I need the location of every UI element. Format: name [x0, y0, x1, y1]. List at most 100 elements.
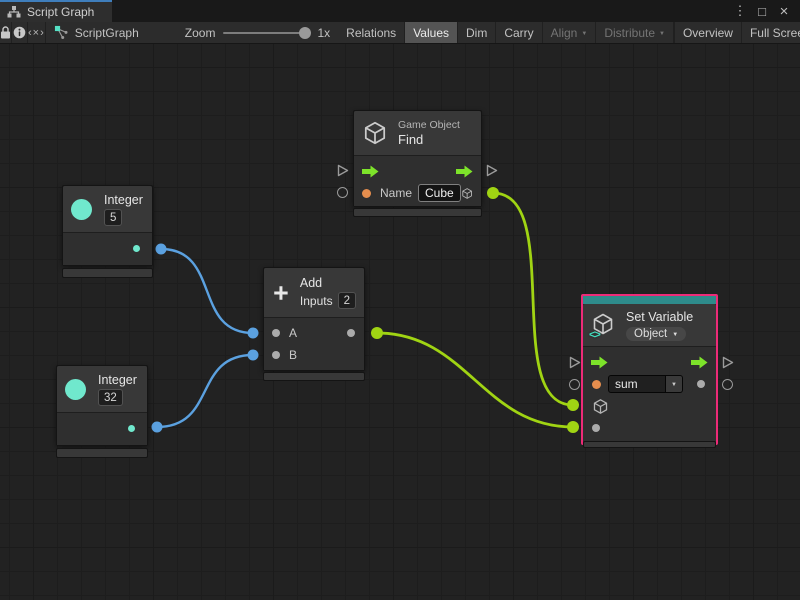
node-footer: [56, 448, 148, 458]
variable-output-port[interactable]: [697, 380, 705, 388]
setvariable-header[interactable]: <> Set Variable Object ▼: [583, 304, 716, 347]
graph-breadcrumb[interactable]: ScriptGraph: [46, 22, 149, 43]
port-row-b: B: [264, 344, 364, 366]
wire-endpoint[interactable]: [567, 421, 579, 433]
integer-value-field[interactable]: 5: [104, 209, 122, 226]
game-object-cube-icon: [362, 120, 388, 146]
zoom-slider-handle[interactable]: [299, 27, 311, 39]
flow-input-arrow-icon[interactable]: [591, 356, 608, 369]
carry-button[interactable]: Carry: [496, 22, 542, 43]
find-flow-output-port[interactable]: [486, 164, 498, 177]
node-title: Set Variable: [626, 310, 693, 324]
window-menu-icon[interactable]: ⋮: [732, 3, 748, 19]
wire-endpoint[interactable]: [248, 350, 259, 361]
close-icon[interactable]: ×: [776, 3, 792, 20]
node-footer: [353, 208, 482, 217]
wire-endpoint[interactable]: [371, 327, 383, 339]
distribute-button[interactable]: Distribute ▼: [596, 22, 674, 43]
wire-endpoint[interactable]: [248, 328, 259, 339]
find-body: Name Cube: [354, 156, 481, 206]
input-port-a[interactable]: [272, 329, 280, 337]
overview-button[interactable]: Overview: [675, 22, 742, 43]
input-port-b[interactable]: [272, 351, 280, 359]
flow-output-arrow-icon[interactable]: [691, 356, 708, 369]
full-screen-button[interactable]: Full Screen: [742, 22, 800, 43]
flow-input-arrow-icon[interactable]: [362, 165, 379, 178]
node-set-variable[interactable]: <> Set Variable Object ▼: [583, 296, 716, 443]
value-input-port[interactable]: [592, 424, 600, 432]
wire-find-to-setvariable-object[interactable]: [493, 193, 573, 405]
wire-endpoint[interactable]: [152, 422, 163, 433]
values-button[interactable]: Values: [405, 22, 458, 43]
variable-name-row: sum ▼: [583, 373, 716, 395]
gameobject-input-port-icon[interactable]: [592, 398, 609, 415]
setvariable-name-external-port[interactable]: [569, 379, 580, 390]
find-header[interactable]: Game Object Find: [354, 111, 481, 156]
tab-script-graph[interactable]: Script Graph: [0, 0, 112, 22]
overview-label: Overview: [683, 26, 733, 40]
flow-output-arrow-icon[interactable]: [456, 165, 473, 178]
node-title: Add: [300, 276, 356, 290]
node-add[interactable]: Add Inputs 2 A B: [263, 267, 365, 371]
chevron-down-icon: ▼: [659, 31, 665, 37]
integer-value-field[interactable]: 32: [98, 389, 123, 406]
name-label: Name: [380, 186, 412, 200]
align-button[interactable]: Align ▼: [543, 22, 597, 43]
wire-endpoint[interactable]: [487, 187, 499, 199]
find-name-external-port[interactable]: [337, 187, 348, 198]
variable-name-port[interactable]: [592, 380, 601, 389]
plus-icon: [272, 281, 290, 305]
gameobject-output-port-icon[interactable]: [461, 185, 473, 202]
script-graph-icon: [54, 25, 69, 40]
setvariable-selection-outline: <> Set Variable Object ▼: [581, 294, 718, 445]
full-screen-label: Full Screen: [750, 26, 800, 40]
wire-endpoint[interactable]: [156, 244, 167, 255]
node-footer: [583, 441, 716, 448]
inputs-count-field[interactable]: 2: [338, 292, 356, 309]
info-button[interactable]: [12, 22, 28, 43]
graph-canvas[interactable]: Integer 5 Integer 32: [0, 44, 800, 600]
wire-integer5-to-add-a[interactable]: [161, 249, 253, 333]
dim-button[interactable]: Dim: [458, 22, 496, 43]
integer-output-port[interactable]: [133, 245, 140, 252]
chevron-down-icon: ▼: [581, 31, 587, 37]
chevron-down-icon: ▼: [671, 382, 677, 388]
setvariable-output-external-port[interactable]: [722, 379, 733, 390]
wire-endpoint[interactable]: [567, 399, 579, 411]
variable-name-value[interactable]: sum: [608, 375, 666, 393]
code-view-button[interactable]: ‹×›: [28, 22, 46, 43]
integer32-header[interactable]: Integer 32: [57, 366, 147, 413]
value-input-row: [583, 417, 716, 439]
node-category: Game Object: [398, 119, 460, 131]
add-header[interactable]: Add Inputs 2: [264, 268, 364, 318]
code-angle-icon: <>: [589, 329, 600, 341]
node-integer-32[interactable]: Integer 32: [56, 365, 148, 446]
add-output-port[interactable]: [347, 329, 355, 337]
maximize-icon[interactable]: □: [754, 4, 770, 19]
lock-button[interactable]: [0, 22, 12, 43]
port-row-a: A: [264, 322, 364, 344]
integer5-header[interactable]: Integer 5: [63, 186, 152, 233]
name-row: Name Cube: [354, 182, 481, 204]
code-icon: ‹×›: [28, 27, 45, 39]
node-gameobject-find[interactable]: Game Object Find Name Cube: [353, 110, 482, 207]
zoom-slider[interactable]: [223, 32, 309, 34]
chevron-down-icon: ▼: [672, 332, 678, 338]
name-value-field[interactable]: Cube: [418, 184, 461, 202]
integer32-body: [57, 413, 147, 445]
dropdown-caret-button[interactable]: ▼: [666, 375, 683, 393]
name-input-port[interactable]: [362, 189, 371, 198]
relations-button[interactable]: Relations: [338, 22, 405, 43]
find-flow-input-port[interactable]: [337, 164, 349, 177]
zoom-value: 1x: [317, 26, 330, 40]
wire-integer32-to-add-b[interactable]: [157, 355, 253, 427]
dim-label: Dim: [466, 26, 487, 40]
setvariable-flow-input-port[interactable]: [569, 356, 581, 369]
setvariable-flow-output-port[interactable]: [722, 356, 734, 369]
flow-row: [583, 351, 716, 373]
variable-name-dropdown[interactable]: sum ▼: [608, 375, 683, 393]
variable-scope-dropdown[interactable]: Object ▼: [626, 327, 686, 341]
zoom-control: Zoom 1x: [149, 22, 338, 43]
integer-output-port[interactable]: [128, 425, 135, 432]
node-integer-5[interactable]: Integer 5: [62, 185, 153, 266]
